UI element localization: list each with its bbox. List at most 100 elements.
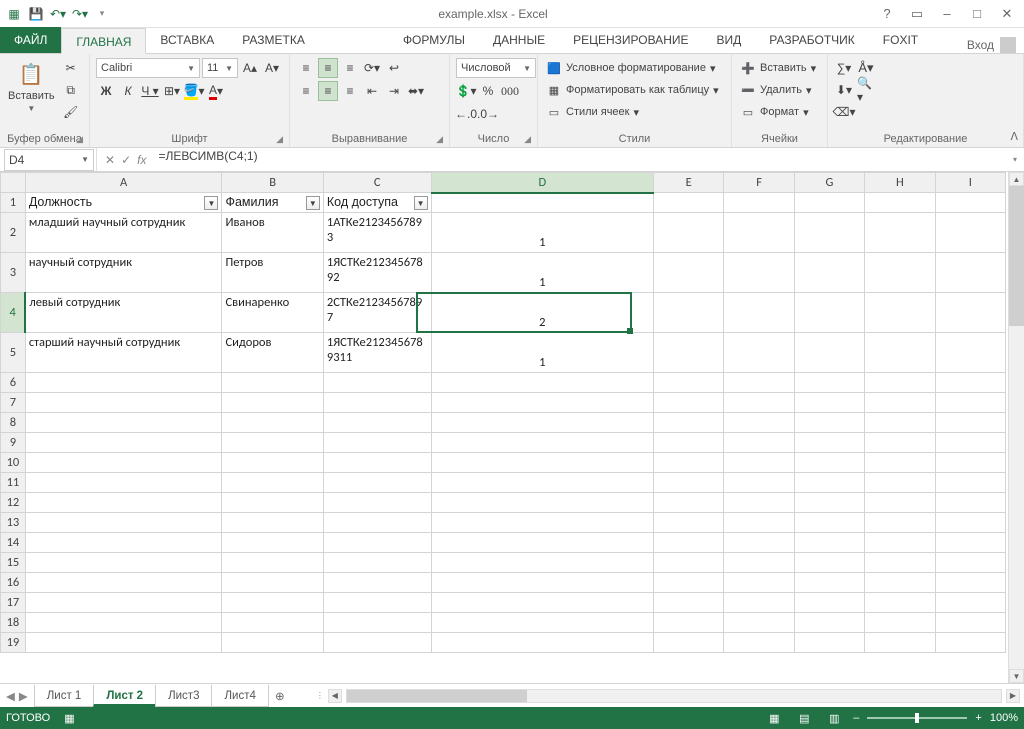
bold-icon[interactable]: Ж xyxy=(96,81,116,101)
column-header[interactable]: I xyxy=(935,173,1005,193)
accounting-format-icon[interactable]: 💲▾ xyxy=(456,81,476,101)
cell[interactable] xyxy=(25,593,222,613)
cell[interactable] xyxy=(794,433,864,453)
column-header[interactable]: C xyxy=(323,173,431,193)
dialog-launcher-icon[interactable]: ◢ xyxy=(276,134,283,145)
align-top-icon[interactable]: ≡ xyxy=(296,58,316,78)
cell[interactable]: старший научный сотрудник xyxy=(25,333,222,373)
cell[interactable] xyxy=(323,493,431,513)
scroll-left-icon[interactable]: ◀ xyxy=(328,689,342,703)
align-bottom-icon[interactable]: ≡ xyxy=(340,58,360,78)
cell[interactable]: научный сотрудник xyxy=(25,253,222,293)
cell[interactable] xyxy=(865,193,935,213)
row-header[interactable]: 8 xyxy=(1,413,26,433)
find-select-icon[interactable]: 🔍▾ xyxy=(856,80,876,100)
cell[interactable] xyxy=(222,473,323,493)
sheet-tab[interactable]: Лист 1 xyxy=(34,685,95,707)
cell[interactable] xyxy=(654,453,724,473)
autosum-icon[interactable]: ∑▾ xyxy=(834,58,854,78)
cell[interactable] xyxy=(25,373,222,393)
cell[interactable] xyxy=(431,433,654,453)
expand-formula-bar-icon[interactable]: ▾ xyxy=(1006,155,1024,164)
number-format-combo[interactable]: Числовой▼ xyxy=(456,58,536,78)
cell[interactable] xyxy=(222,593,323,613)
cell[interactable] xyxy=(654,433,724,453)
cell[interactable] xyxy=(654,513,724,533)
cell[interactable] xyxy=(431,413,654,433)
cell[interactable] xyxy=(222,633,323,653)
ribbon-display-icon[interactable]: ▭ xyxy=(908,6,926,22)
cell[interactable] xyxy=(794,393,864,413)
cell[interactable] xyxy=(935,513,1005,533)
scroll-thumb[interactable] xyxy=(1009,186,1024,326)
cell[interactable] xyxy=(794,473,864,493)
minimize-icon[interactable]: – xyxy=(938,6,956,21)
cell[interactable] xyxy=(431,533,654,553)
cell[interactable] xyxy=(724,453,794,473)
merge-center-icon[interactable]: ⬌▾ xyxy=(406,81,426,101)
name-box[interactable]: D4▼ xyxy=(4,149,94,171)
cell[interactable] xyxy=(935,193,1005,213)
cell[interactable] xyxy=(222,373,323,393)
cell[interactable] xyxy=(935,593,1005,613)
cell[interactable]: 1ЯСТКе21234567892 xyxy=(323,253,431,293)
close-icon[interactable]: ✕ xyxy=(998,6,1016,22)
save-icon[interactable]: 💾 xyxy=(28,6,44,22)
zoom-out-icon[interactable]: – xyxy=(853,712,859,724)
fill-icon[interactable]: ⬇▾ xyxy=(834,80,854,100)
cell[interactable] xyxy=(431,513,654,533)
row-header[interactable]: 4 xyxy=(1,293,26,333)
cell[interactable] xyxy=(865,333,935,373)
cell[interactable]: 1 xyxy=(431,333,654,373)
cell[interactable] xyxy=(865,613,935,633)
cell[interactable] xyxy=(431,593,654,613)
cell[interactable] xyxy=(431,373,654,393)
cell[interactable] xyxy=(323,473,431,493)
cell[interactable] xyxy=(935,373,1005,393)
cell[interactable] xyxy=(654,293,724,333)
cancel-formula-icon[interactable]: ✕ xyxy=(105,153,115,167)
cell[interactable] xyxy=(794,613,864,633)
cell[interactable] xyxy=(794,573,864,593)
cell[interactable] xyxy=(25,473,222,493)
cell[interactable] xyxy=(865,253,935,293)
column-header[interactable]: D xyxy=(431,173,654,193)
column-header[interactable]: E xyxy=(654,173,724,193)
row-header[interactable]: 15 xyxy=(1,553,26,573)
cell[interactable] xyxy=(865,293,935,333)
cell[interactable] xyxy=(935,473,1005,493)
formula-input[interactable]: =ЛЕВСИМВ(C4;1) xyxy=(154,149,1006,171)
cell[interactable] xyxy=(865,633,935,653)
cell[interactable] xyxy=(323,393,431,413)
font-color-icon[interactable]: A▾ xyxy=(206,81,226,101)
format-as-table-button[interactable]: ▦Форматировать как таблицу ▾ xyxy=(544,80,721,100)
zoom-level[interactable]: 100% xyxy=(990,712,1018,724)
cell[interactable] xyxy=(222,533,323,553)
row-header[interactable]: 13 xyxy=(1,513,26,533)
cell[interactable] xyxy=(222,433,323,453)
cell[interactable] xyxy=(935,633,1005,653)
cell[interactable] xyxy=(865,593,935,613)
enter-formula-icon[interactable]: ✓ xyxy=(121,153,131,167)
cell[interactable] xyxy=(25,493,222,513)
decrease-decimal-icon[interactable]: .0→ xyxy=(478,104,498,124)
align-middle-icon[interactable]: ≡ xyxy=(318,58,338,78)
row-header[interactable]: 9 xyxy=(1,433,26,453)
maximize-icon[interactable]: □ xyxy=(968,6,986,21)
row-header[interactable]: 14 xyxy=(1,533,26,553)
cell[interactable] xyxy=(724,373,794,393)
cell[interactable]: Код доступа▼ xyxy=(323,193,431,213)
sort-filter-icon[interactable]: Å▾ xyxy=(856,58,876,78)
cell[interactable] xyxy=(794,293,864,333)
cell[interactable] xyxy=(323,453,431,473)
cell[interactable] xyxy=(323,413,431,433)
cell[interactable] xyxy=(935,613,1005,633)
cell[interactable] xyxy=(724,253,794,293)
cell[interactable] xyxy=(724,333,794,373)
cell[interactable] xyxy=(431,453,654,473)
clear-icon[interactable]: ⌫▾ xyxy=(834,102,854,122)
cell[interactable] xyxy=(724,473,794,493)
cell[interactable] xyxy=(654,373,724,393)
row-header[interactable]: 16 xyxy=(1,573,26,593)
cell[interactable] xyxy=(654,493,724,513)
